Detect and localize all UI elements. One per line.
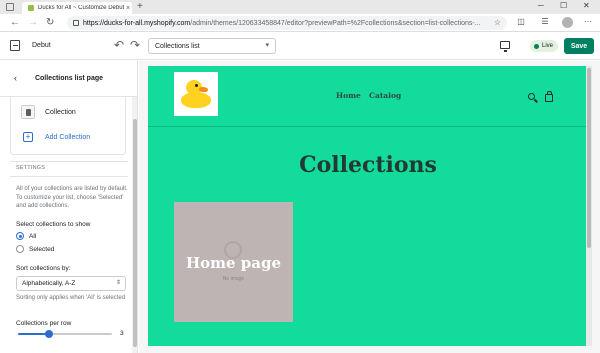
sidebar-scroll-thumb[interactable] (133, 119, 137, 347)
radio-all[interactable]: All (16, 232, 36, 240)
search-icon[interactable] (528, 93, 535, 100)
back-icon[interactable]: ← (10, 17, 20, 29)
favorite-star-icon[interactable]: ☆ (494, 18, 501, 27)
cart-icon[interactable] (545, 91, 553, 102)
page-selector[interactable]: Collections list ▾ (148, 38, 276, 54)
collection-card-title: Home page (185, 254, 282, 272)
url-host: https://ducks-for-all.myshopify.com (83, 19, 191, 27)
collections-toolbar-icon[interactable]: ◫ (516, 17, 526, 27)
sort-label: Sort collections by: (16, 265, 71, 272)
close-tab-icon[interactable]: × (124, 5, 132, 12)
collection-card-subtitle: No image (222, 276, 245, 282)
address-bar-row: ← → ↻ https://ducks-for-all.myshopify.co… (0, 14, 600, 32)
desktop-preview-icon[interactable] (500, 41, 510, 52)
favorites-bar-icon[interactable]: ☰ (540, 17, 550, 27)
browser-tab[interactable]: Ducks for All ~ Customize Debut × (22, 2, 132, 14)
redo-icon[interactable]: ↷ (130, 38, 140, 52)
add-collection-button[interactable]: + Add Collection (21, 129, 90, 145)
maximize-icon[interactable]: ☐ (560, 1, 567, 10)
url-field[interactable]: https://ducks-for-all.myshopify.com/admi… (67, 16, 507, 30)
radio-selected[interactable]: Selected (16, 245, 54, 253)
live-dot-icon (534, 43, 539, 49)
collection-block-item[interactable]: Collection (21, 103, 119, 121)
refresh-icon[interactable]: ↻ (46, 17, 54, 29)
sort-select-value: Alphabetically, A-Z (22, 280, 76, 287)
collection-block-label: Collection (45, 108, 76, 116)
radio-selected-label: Selected (29, 245, 55, 253)
sort-select[interactable]: Alphabetically, A-Z ⇕ (16, 276, 126, 291)
minimize-icon[interactable]: ─ (538, 1, 544, 10)
live-status-badge: Live (530, 40, 559, 52)
per-row-label: Collections per row (16, 320, 72, 327)
collection-icon (21, 105, 35, 119)
lock-icon (73, 20, 79, 26)
save-button[interactable]: Save (564, 38, 594, 54)
sort-note: Sorting only applies when 'All' is selec… (16, 295, 126, 301)
per-row-slider[interactable] (18, 330, 112, 338)
plus-icon: + (23, 132, 33, 142)
theme-name: Debut (32, 42, 51, 49)
url-path: /admin/themes/120633458847/editor?previe… (190, 19, 481, 27)
nav-link-catalog[interactable]: Catalog (369, 91, 401, 100)
collection-card[interactable]: Home page No image (174, 202, 293, 322)
new-tab-icon[interactable]: + (137, 1, 143, 12)
tab-title: Ducks for All ~ Customize Debut (38, 5, 124, 11)
preview-scroll-thumb[interactable] (587, 68, 591, 248)
live-label: Live (542, 43, 554, 49)
editor-top-bar: Debut ↶ ↷ Collections list ▾ Live Save (0, 32, 600, 60)
store-preview: Home Catalog Collections Home page No im… (148, 66, 588, 346)
settings-help-text: All of your collections are listed by de… (16, 186, 128, 209)
radio-circle-icon (16, 232, 24, 240)
duck-eye-shape (195, 84, 198, 87)
shopify-favicon-icon (28, 5, 34, 11)
collections-page-title: Collections (299, 152, 437, 178)
exit-editor-icon[interactable] (10, 40, 20, 51)
sidebar-scrollbar[interactable] (132, 97, 137, 353)
slider-thumb[interactable] (45, 330, 54, 338)
duck-beak-shape (199, 87, 208, 92)
more-menu-icon[interactable]: ⋯ (583, 17, 593, 27)
nav-link-home[interactable]: Home (336, 91, 361, 100)
browser-tab-bar: Ducks for All ~ Customize Debut × + ─ ☐ … (0, 0, 600, 14)
close-window-icon[interactable]: ✕ (583, 1, 590, 10)
settings-sidebar: ‹ Collections list page Collection + Add… (0, 61, 138, 353)
page-selector-value: Collections list (155, 42, 200, 50)
settings-heading: SETTINGS (16, 165, 46, 171)
section-divider (10, 176, 128, 177)
preview-scrollbar[interactable] (586, 66, 592, 346)
tab-actions-icon[interactable] (6, 3, 14, 11)
section-divider (10, 161, 128, 162)
radio-circle-icon (16, 245, 24, 253)
blocks-card: Collection + Add Collection (10, 97, 126, 155)
sidebar-header: ‹ Collections list page (0, 61, 137, 97)
store-logo[interactable] (174, 72, 218, 116)
undo-icon[interactable]: ↶ (114, 38, 124, 52)
header-divider (148, 126, 588, 127)
profile-avatar[interactable] (562, 17, 573, 28)
add-collection-label: Add Collection (45, 133, 91, 141)
per-row-value: 3 (120, 330, 124, 337)
updown-chevron-icon: ⇕ (115, 280, 121, 286)
forward-icon[interactable]: → (28, 17, 38, 29)
radio-all-label: All (29, 232, 37, 240)
select-collections-label: Select collections to show (16, 221, 91, 228)
sidebar-title: Collections list page (34, 75, 104, 82)
chevron-down-icon: ▾ (265, 42, 269, 49)
